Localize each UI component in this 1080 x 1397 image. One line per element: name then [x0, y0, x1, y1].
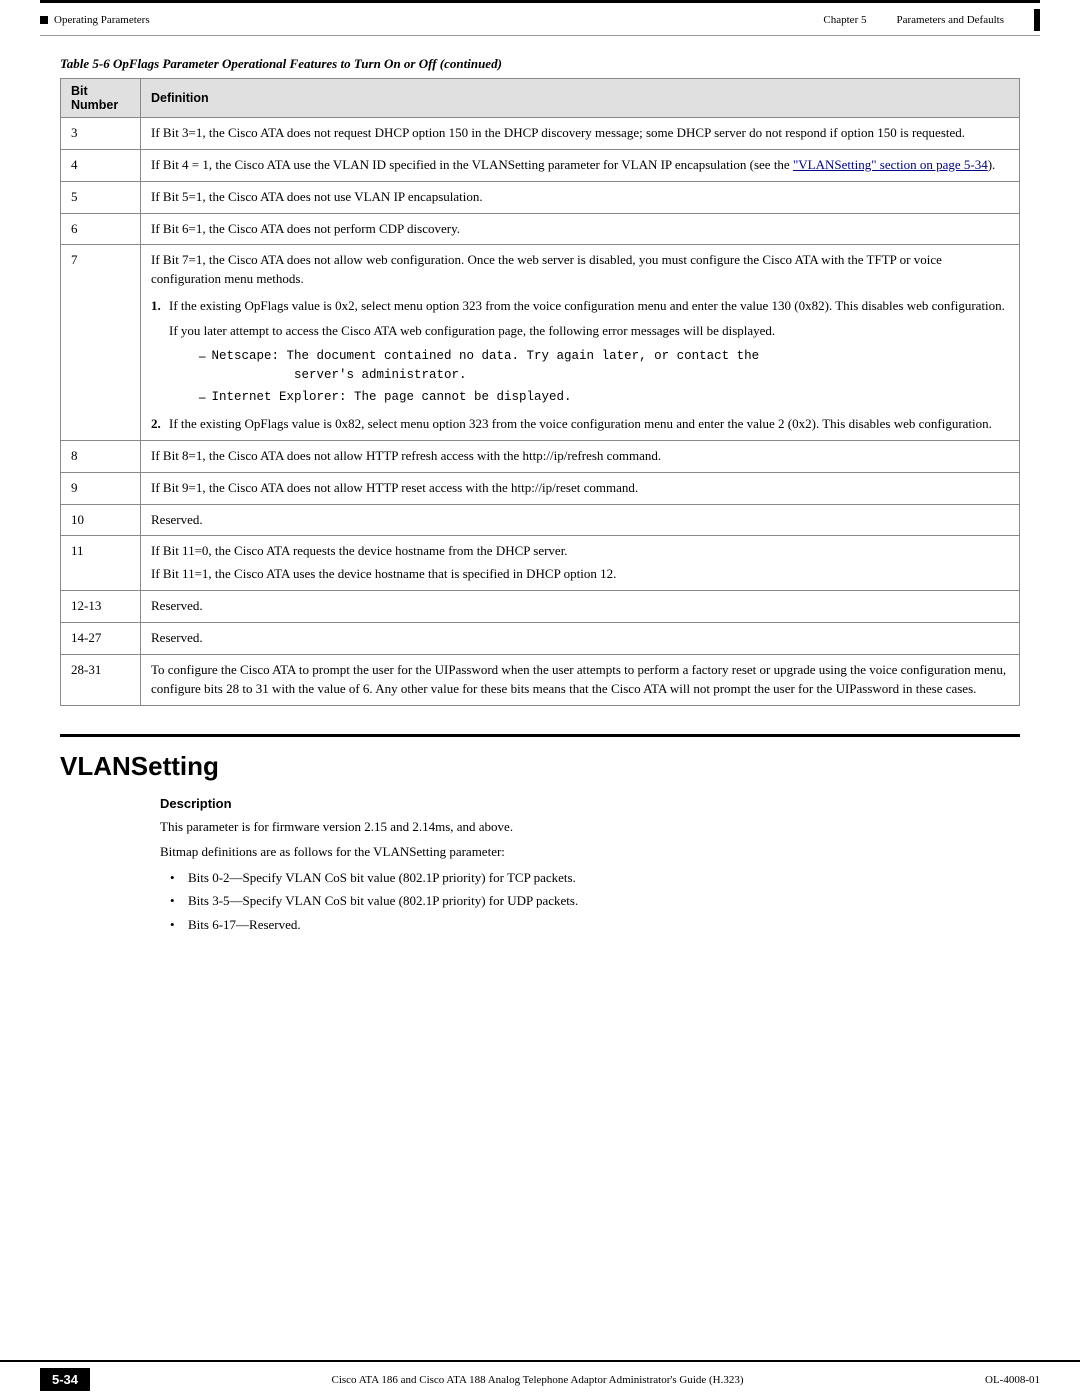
row-definition: If Bit 8=1, the Cisco ATA does not allow… [141, 440, 1020, 472]
dash-icon-2: – [199, 388, 206, 407]
table-row: 14-27 Reserved. [61, 623, 1020, 655]
row-definition: If Bit 9=1, the Cisco ATA does not allow… [141, 472, 1020, 504]
footer-right-text: OL-4008-01 [985, 1374, 1040, 1386]
footer-page-number: 5-34 [40, 1368, 90, 1391]
bit11-def2: If Bit 11=1, the Cisco ATA uses the devi… [151, 565, 1009, 584]
footer-center-text: Cisco ATA 186 and Cisco ATA 188 Analog T… [332, 1374, 744, 1386]
example1-intro: If the existing OpFlags value is 0x2, se… [169, 298, 1005, 313]
dash-item-1: – Netscape: The document contained no da… [179, 347, 1009, 385]
row-definition: If Bit 4 = 1, the Cisco ATA use the VLAN… [141, 149, 1020, 181]
table-row: 8 If Bit 8=1, the Cisco ATA does not all… [61, 440, 1020, 472]
table-row: 9 If Bit 9=1, the Cisco ATA does not all… [61, 472, 1020, 504]
row-definition: Reserved. [141, 591, 1020, 623]
bit-number: 6 [61, 213, 141, 245]
bit-number: 12-13 [61, 591, 141, 623]
header-square-icon [40, 16, 48, 24]
opflags-table: Bit Number Definition 3 If Bit 3=1, the … [60, 78, 1020, 706]
bullet-item: Bits 6-17—Reserved. [170, 915, 1020, 935]
subheader-left: Operating Parameters [54, 14, 150, 26]
vlansetting-heading: VLANSetting [60, 734, 1020, 782]
row-definition: If Bit 5=1, the Cisco ATA does not use V… [141, 181, 1020, 213]
bit-number: 14-27 [61, 623, 141, 655]
row-definition: If Bit 11=0, the Cisco ATA requests the … [141, 536, 1020, 591]
row-definition: If Bit 3=1, the Cisco ATA does not reque… [141, 118, 1020, 150]
col-definition: Definition [141, 79, 1020, 118]
header-bar-icon [1034, 9, 1040, 31]
table-row: 7 If Bit 7=1, the Cisco ATA does not all… [61, 245, 1020, 441]
header-title: Parameters and Defaults [896, 14, 1004, 26]
bit-number: 3 [61, 118, 141, 150]
table-caption: Table 5-6 OpFlags Parameter Operational … [60, 56, 1020, 72]
bit-number: 7 [61, 245, 141, 441]
bit-number: 28-31 [61, 654, 141, 705]
table-row: 3 If Bit 3=1, the Cisco ATA does not req… [61, 118, 1020, 150]
table-row: 12-13 Reserved. [61, 591, 1020, 623]
main-content: Table 5-6 OpFlags Parameter Operational … [0, 36, 1080, 1018]
bit-number: 9 [61, 472, 141, 504]
row-definition: To configure the Cisco ATA to prompt the… [141, 654, 1020, 705]
table-row: 11 If Bit 11=0, the Cisco ATA requests t… [61, 536, 1020, 591]
vlansetting-content: Description This parameter is for firmwa… [60, 796, 1020, 935]
dash-item-2: – Internet Explorer: The page cannot be … [179, 388, 1009, 407]
bullet-item: Bits 0-2—Specify VLAN CoS bit value (802… [170, 868, 1020, 888]
table-row: 10 Reserved. [61, 504, 1020, 536]
row-definition: Reserved. [141, 623, 1020, 655]
row-definition: If Bit 6=1, the Cisco ATA does not perfo… [141, 213, 1020, 245]
bit-number: 10 [61, 504, 141, 536]
bit-number: 4 [61, 149, 141, 181]
table-row: 28-31 To configure the Cisco ATA to prom… [61, 654, 1020, 705]
bit-number: 11 [61, 536, 141, 591]
netscape-msg: Netscape: The document contained no data… [212, 347, 760, 385]
bullet-item: Bits 3-5—Specify VLAN CoS bit value (802… [170, 891, 1020, 911]
bit11-def1: If Bit 11=0, the Cisco ATA requests the … [151, 542, 1009, 561]
dash-icon-1: – [199, 347, 206, 385]
example-num-2: 2. [151, 415, 161, 434]
table-row: 5 If Bit 5=1, the Cisco ATA does not use… [61, 181, 1020, 213]
bit-number: 5 [61, 181, 141, 213]
description-heading: Description [160, 796, 1020, 811]
vlansetting-bullets: Bits 0-2—Specify VLAN CoS bit value (802… [170, 868, 1020, 935]
col-bitnumber: Bit Number [61, 79, 141, 118]
ie-msg: Internet Explorer: The page cannot be di… [212, 388, 572, 407]
row-definition: If Bit 7=1, the Cisco ATA does not allow… [141, 245, 1020, 441]
table-row: 6 If Bit 6=1, the Cisco ATA does not per… [61, 213, 1020, 245]
desc-text-1: This parameter is for firmware version 2… [160, 817, 1020, 837]
header-right: Chapter 5 Parameters and Defaults [823, 9, 1040, 31]
bit-number: 8 [61, 440, 141, 472]
page-footer: 5-34 Cisco ATA 186 and Cisco ATA 188 Ana… [0, 1360, 1080, 1397]
example-num-1: 1. [151, 297, 161, 316]
header-chapter: Chapter 5 [823, 14, 866, 26]
example2-text: If the existing OpFlags value is 0x82, s… [169, 416, 992, 431]
vlansetting-link[interactable]: "VLANSetting" section on page 5-34 [793, 157, 988, 172]
desc-text-2: Bitmap definitions are as follows for th… [160, 842, 1020, 862]
row-definition: Reserved. [141, 504, 1020, 536]
table-row: 4 If Bit 4 = 1, the Cisco ATA use the VL… [61, 149, 1020, 181]
example1-sub: If you later attempt to access the Cisco… [169, 322, 1009, 341]
